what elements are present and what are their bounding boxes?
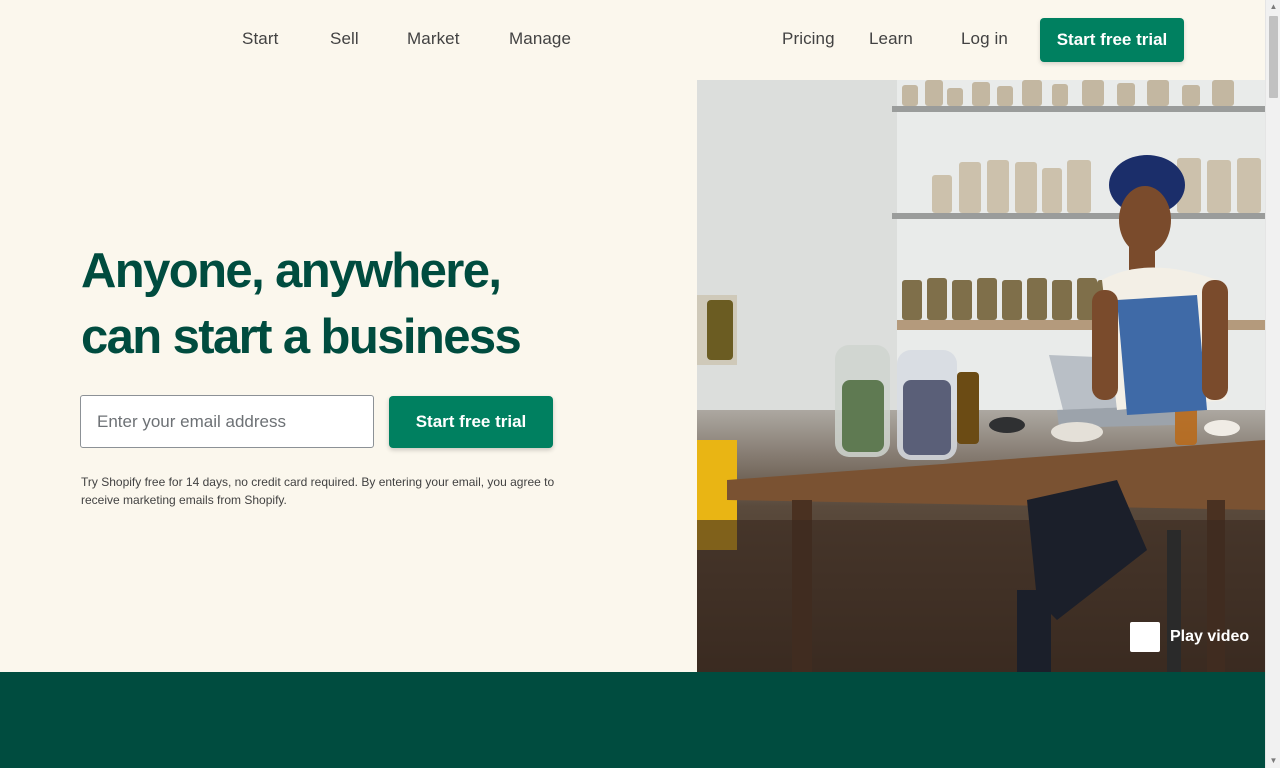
scroll-down-arrow-icon[interactable]: ▼ <box>1266 754 1280 768</box>
scroll-up-arrow-icon[interactable]: ▲ <box>1266 0 1280 14</box>
nav-pricing[interactable]: Pricing <box>782 29 835 51</box>
hero-title: Anyone, anywhere, can start a business <box>81 238 641 370</box>
header-start-free-trial-button[interactable]: Start free trial <box>1040 18 1184 62</box>
nav-manage[interactable]: Manage <box>509 29 571 51</box>
top-navigation: Start Sell Market Manage Pricing Learn L… <box>0 0 1265 80</box>
play-icon <box>1130 622 1160 652</box>
trial-disclaimer: Try Shopify free for 14 days, no credit … <box>81 475 555 507</box>
hero-title-line-1: Anyone, anywhere, <box>81 244 502 298</box>
hero-start-free-trial-button[interactable]: Start free trial <box>389 396 553 448</box>
email-input[interactable] <box>80 395 374 448</box>
login-link[interactable]: Log in <box>961 29 1008 51</box>
hero-title-line-2: can start a business <box>81 310 522 364</box>
nav-market[interactable]: Market <box>407 29 460 51</box>
vertical-scrollbar[interactable]: ▲ ▼ <box>1265 0 1280 768</box>
page: Start Sell Market Manage Pricing Learn L… <box>0 0 1265 768</box>
hero-image: Play video <box>697 80 1265 672</box>
nav-learn[interactable]: Learn <box>869 29 913 51</box>
nav-start[interactable]: Start <box>242 29 278 51</box>
next-section-band <box>0 672 1265 768</box>
hero-photo-illustration <box>697 80 1265 672</box>
nav-sell[interactable]: Sell <box>330 29 359 51</box>
scrollbar-thumb[interactable] <box>1269 16 1278 98</box>
play-video-label: Play video <box>1170 628 1250 645</box>
